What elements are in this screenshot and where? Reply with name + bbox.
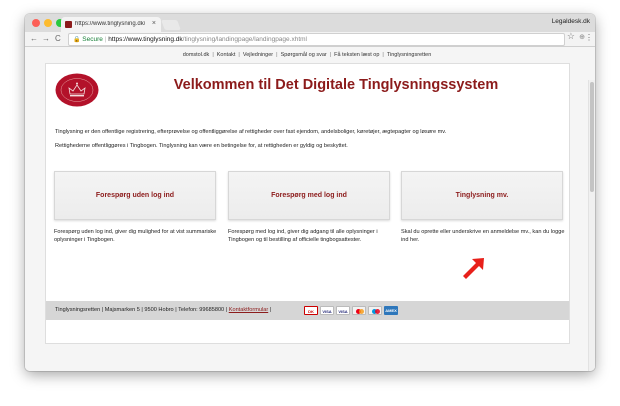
nav-link-tinglysningsretten[interactable]: Tinglysningsretten bbox=[387, 52, 431, 58]
secure-label: Secure bbox=[82, 36, 103, 43]
scrollbar-thumb[interactable] bbox=[590, 82, 594, 192]
query-with-login-button[interactable]: Forespørg med log ind bbox=[228, 171, 390, 220]
profile-name[interactable]: Legaldesk.dk bbox=[552, 18, 590, 25]
nav-link-faq[interactable]: Spørgsmål og svar bbox=[281, 52, 327, 58]
amex-icon: AMEX bbox=[384, 306, 398, 315]
tinglysning-button[interactable]: Tinglysning mv. bbox=[401, 171, 563, 220]
nav-link-kontakt[interactable]: Kontakt bbox=[217, 52, 236, 58]
bookmark-star-icon[interactable]: ☆ bbox=[567, 31, 575, 42]
reload-icon[interactable]: C bbox=[55, 34, 61, 43]
visa-icon: VISA bbox=[320, 306, 334, 315]
query-without-login-description: Forespørg uden log ind, giver dig muligh… bbox=[54, 229, 217, 243]
top-navigation: domstol.dk | Kontakt | Vejledninger | Spørgsmå… bbox=[182, 52, 432, 58]
tab-close-icon[interactable]: × bbox=[152, 20, 156, 27]
footer-address: Tinglysningsretten | Majsmarken 5 | 9500… bbox=[55, 307, 229, 313]
browser-tab[interactable]: https://www.tinglysning.dk/tin × bbox=[61, 17, 161, 32]
url-path: /tinglysning/landingpage/landingpage.xht… bbox=[182, 36, 307, 43]
page-title: Velkommen til Det Digitale Tinglysningss… bbox=[173, 77, 499, 93]
query-with-login-description: Forespørg med log ind, giver dig adgang … bbox=[228, 229, 378, 243]
minimize-window-button[interactable] bbox=[44, 19, 52, 27]
tab-title: https://www.tinglysning.dk/tin bbox=[75, 21, 145, 27]
intro-paragraph: Tinglysning er den offentlige registreri… bbox=[55, 129, 447, 135]
mastercard-icon bbox=[352, 306, 366, 315]
dankort-icon: DK bbox=[304, 306, 318, 315]
footer-separator: | bbox=[268, 307, 272, 313]
nav-link-domstol[interactable]: domstol.dk bbox=[183, 52, 210, 58]
nav-link-vejledninger[interactable]: Vejledninger bbox=[243, 52, 273, 58]
tinglysning-description: Skal du oprette eller underskrive en anm… bbox=[401, 229, 565, 243]
tab-bar: https://www.tinglysning.dk/tin × Legalde… bbox=[25, 14, 595, 32]
visa-electron-icon: VISA bbox=[336, 306, 350, 315]
main-panel: Velkommen til Det Digitale Tinglysningss… bbox=[45, 63, 570, 344]
close-window-button[interactable] bbox=[32, 19, 40, 27]
maestro-icon bbox=[368, 306, 382, 315]
rights-paragraph: Rettighederne offentliggøres i Tingbogen… bbox=[55, 143, 348, 149]
browser-window: https://www.tinglysning.dk/tin × Legalde… bbox=[25, 14, 595, 371]
back-icon[interactable]: ← bbox=[30, 34, 38, 43]
pointer-arrow-icon bbox=[463, 258, 484, 279]
forward-icon[interactable]: → bbox=[42, 34, 50, 43]
url-scheme: https:// bbox=[108, 36, 128, 43]
address-bar[interactable]: 🔒 Secure | https://www.tinglysning.dk/ti… bbox=[68, 33, 565, 46]
query-without-login-button[interactable]: Forespørg uden log ind bbox=[54, 171, 216, 220]
new-tab-button[interactable] bbox=[161, 20, 181, 30]
page-viewport: domstol.dk | Kontakt | Vejledninger | Spørgsmå… bbox=[25, 47, 595, 371]
nav-link-read-aloud[interactable]: Få teksten læst op bbox=[334, 52, 379, 58]
page-footer: Tinglysningsretten | Majsmarken 5 | 9500… bbox=[46, 301, 569, 320]
page-scrollbar[interactable] bbox=[588, 80, 595, 371]
browser-toolbar: ← → C 🔒 Secure | https://www.tinglysning… bbox=[25, 31, 595, 47]
url-separator: | bbox=[104, 36, 107, 43]
lock-icon: 🔒 bbox=[73, 37, 81, 43]
favicon-icon bbox=[65, 21, 72, 28]
browser-menu-icon[interactable]: ⋮ bbox=[585, 33, 593, 42]
tinglysningsretten-logo[interactable] bbox=[55, 73, 99, 107]
contact-form-link[interactable]: Kontaktformular bbox=[229, 307, 268, 313]
footer-text: Tinglysningsretten | Majsmarken 5 | 9500… bbox=[55, 307, 271, 313]
url-host: www.tinglysning.dk bbox=[127, 36, 183, 43]
